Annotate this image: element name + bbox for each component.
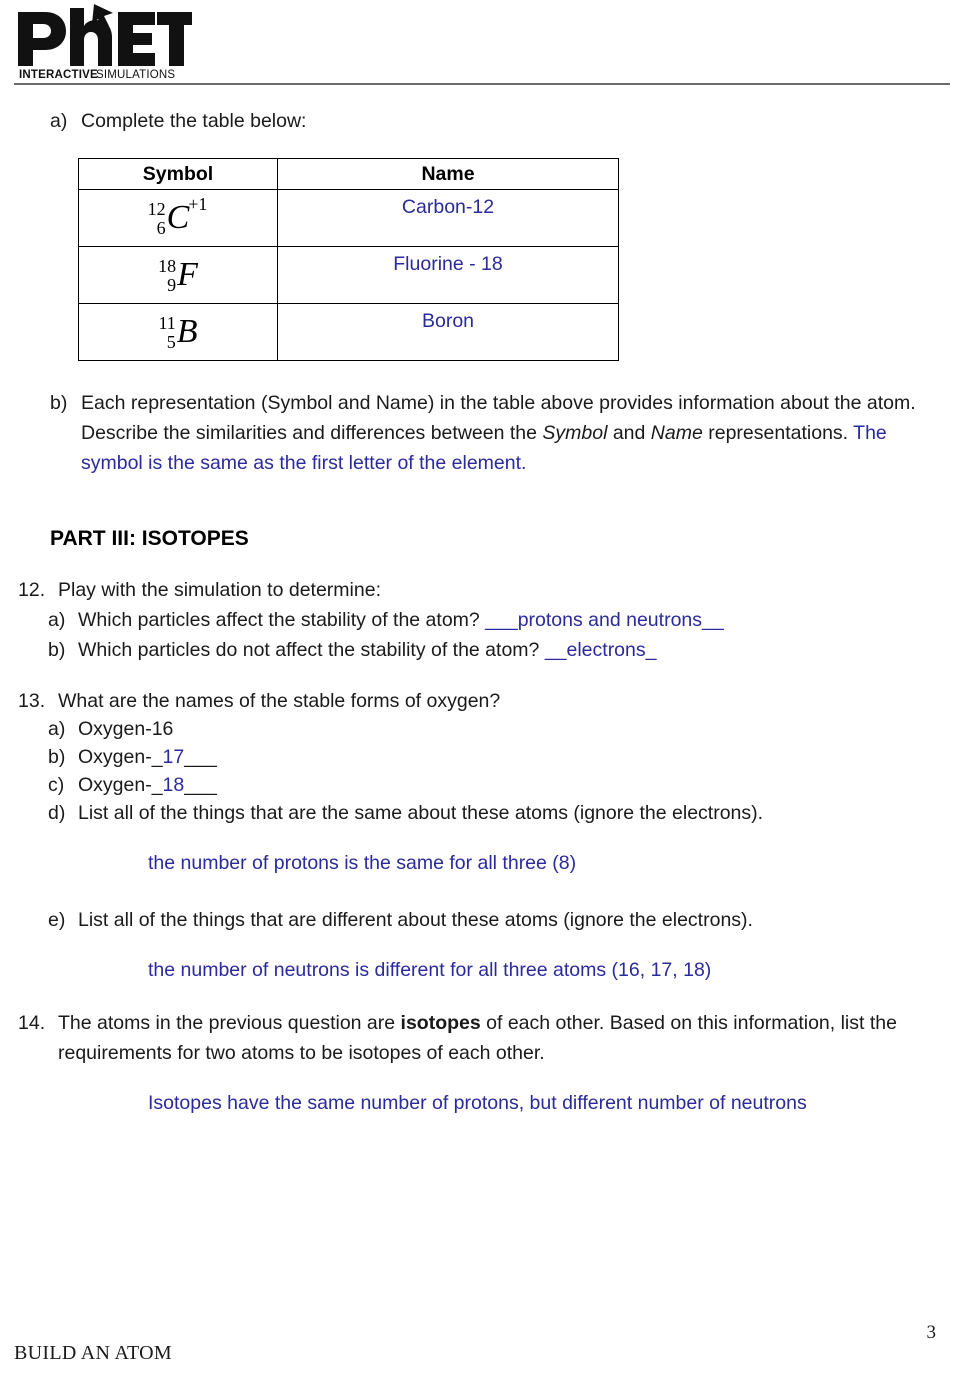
question-13d-letter: d) <box>48 802 66 824</box>
atomic-number: 6 <box>156 218 166 239</box>
question-13-stem: What are the names of the stable forms o… <box>58 690 501 712</box>
element-symbol: F <box>177 256 198 294</box>
question-14-answer: Isotopes have the same number of protons… <box>148 1092 807 1114</box>
isotope-number-stack: 18 9 <box>158 257 176 295</box>
question-14-text: The atoms in the previous question are i… <box>58 1008 898 1068</box>
isotope-notation-carbon: 12 6 C+1 <box>148 195 209 238</box>
section-b-text-2: and <box>607 422 651 444</box>
section-b-marker: b) <box>50 392 68 414</box>
question-12b-answer: __electrons_ <box>544 639 657 661</box>
header-divider <box>14 83 950 85</box>
ionic-charge: +1 <box>188 193 208 214</box>
question-13c: c) Oxygen-_18___ <box>48 770 217 800</box>
question-13d: d) List all of the things that are the sa… <box>48 798 763 828</box>
question-12b-letter: b) <box>48 639 66 661</box>
question-13c-suffix: ___ <box>184 774 217 796</box>
element-symbol: B <box>176 313 198 351</box>
footer-title: BUILD AN ATOM <box>14 1342 172 1364</box>
question-13c-prefix: Oxygen-_ <box>78 774 163 796</box>
question-13e-text: List all of the things that are differen… <box>78 909 753 931</box>
question-12-number: 12. <box>18 579 46 601</box>
question-13d-answer: the number of protons is the same for al… <box>148 852 577 874</box>
name-cell-carbon: Carbon-12 <box>277 189 619 247</box>
atomic-number: 9 <box>167 275 177 296</box>
section-b-body: Each representation (Symbol and Name) in… <box>81 388 925 478</box>
symbol-cell-carbon: 12 6 C+1 <box>78 189 278 247</box>
mass-number: 11 <box>158 313 176 334</box>
question-13e-answer: the number of neutrons is different for … <box>148 959 712 981</box>
symbol-cell-fluorine: 18 9 F <box>78 246 278 304</box>
phet-logo: INTERACTIVE SIMULATIONS <box>14 4 194 80</box>
column-header-symbol: Symbol <box>78 158 278 190</box>
question-13a-text: Oxygen-16 <box>78 718 174 740</box>
question-13e: e) List all of the things that are differ… <box>48 905 753 935</box>
page-number: 3 <box>926 1322 937 1343</box>
question-13: 13. What are the names of the stable for… <box>18 686 898 716</box>
question-13a-letter: a) <box>48 718 66 740</box>
mass-number: 12 <box>147 199 166 220</box>
logo-subtitle-regular: SIMULATIONS <box>96 69 175 80</box>
atomic-number: 5 <box>166 332 176 353</box>
question-14-text-1: The atoms in the previous question are <box>58 1012 401 1034</box>
section-b-text-3: representations. <box>702 422 854 444</box>
isotope-number-stack: 12 6 <box>148 200 166 238</box>
question-14: 14. The atoms in the previous question a… <box>18 1008 898 1068</box>
question-13-number: 13. <box>18 690 46 712</box>
question-12b: b) Which particles do not affect the stab… <box>48 635 656 665</box>
column-header-name: Name <box>277 158 619 190</box>
section-b-paragraph: b) Each representation (Symbol and Name)… <box>50 388 925 478</box>
symbol-name-table: Symbol Name 12 6 C+1 Carbon-12 18 9 F Fl… <box>78 158 619 361</box>
question-12: 12. Play with the simulation to determin… <box>18 575 898 605</box>
name-cell-boron: Boron <box>277 303 619 361</box>
phet-logo-svg: INTERACTIVE SIMULATIONS <box>18 4 192 80</box>
question-12a: a) Which particles affect the stability o… <box>48 605 724 635</box>
question-12a-text: Which particles affect the stability of … <box>78 609 480 631</box>
element-symbol: C <box>166 199 190 237</box>
table-header-row: Symbol Name <box>78 158 619 190</box>
question-12-stem: Play with the simulation to determine: <box>58 579 381 601</box>
question-12a-letter: a) <box>48 609 66 631</box>
section-a-label: a) Complete the table below: <box>50 106 306 136</box>
question-13d-text: List all of the things that are the same… <box>78 802 764 824</box>
question-13c-letter: c) <box>48 774 65 796</box>
symbol-cell-boron: 11 5 B <box>78 303 278 361</box>
logo-subtitle-bold: INTERACTIVE <box>19 69 98 80</box>
table-row: 12 6 C+1 Carbon-12 <box>78 189 619 247</box>
question-13b-prefix: Oxygen-_ <box>78 746 163 768</box>
question-13a: a) Oxygen-16 <box>48 714 173 744</box>
table-row: 18 9 F Fluorine - 18 <box>78 246 619 304</box>
section-a-marker: a) <box>50 110 68 132</box>
isotope-notation-fluorine: 18 9 F <box>158 256 198 295</box>
question-13b-answer: 17 <box>162 746 185 768</box>
section-a-text: Complete the table below: <box>81 110 307 132</box>
section-b-italic-name: Name <box>650 422 703 444</box>
question-13b-letter: b) <box>48 746 66 768</box>
question-12a-answer: ___protons and neutrons__ <box>485 609 724 631</box>
question-14-bold-isotopes: isotopes <box>400 1012 481 1034</box>
part-3-heading: PART III: ISOTOPES <box>50 527 249 550</box>
question-13e-letter: e) <box>48 909 66 931</box>
question-13b: b) Oxygen-_17___ <box>48 742 217 772</box>
mass-number: 18 <box>158 256 177 277</box>
section-b-italic-symbol: Symbol <box>542 422 608 444</box>
question-13b-suffix: ___ <box>184 746 217 768</box>
question-12b-text: Which particles do not affect the stabil… <box>78 639 540 661</box>
isotope-number-stack: 11 5 <box>158 314 175 352</box>
table-row: 11 5 B Boron <box>78 303 619 361</box>
question-14-number: 14. <box>18 1012 46 1034</box>
isotope-notation-boron: 11 5 B <box>158 313 198 352</box>
name-cell-fluorine: Fluorine - 18 <box>277 246 619 304</box>
question-13c-answer: 18 <box>162 774 185 796</box>
